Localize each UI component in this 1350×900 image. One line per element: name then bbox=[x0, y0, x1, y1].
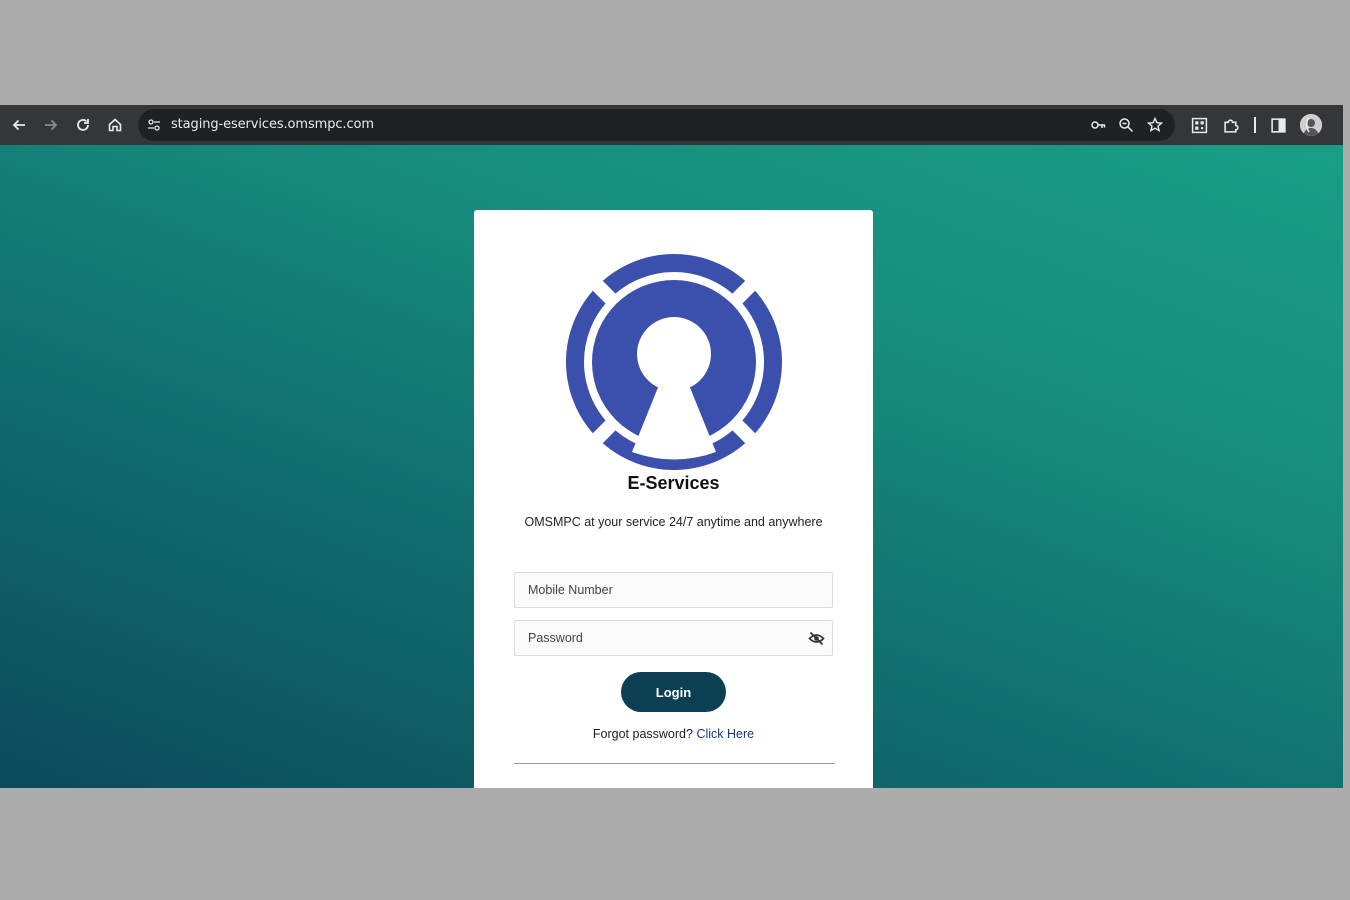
page-viewport: E-Services OMSMPC at your service 24/7 a… bbox=[0, 145, 1343, 788]
forgot-password-row: Forgot password? Click Here bbox=[474, 727, 873, 741]
reload-icon[interactable] bbox=[69, 111, 97, 139]
forward-icon[interactable] bbox=[37, 111, 65, 139]
bookmark-star-icon[interactable] bbox=[1145, 115, 1165, 135]
menu-icon[interactable] bbox=[1333, 114, 1343, 136]
browser-window: staging-eservices.omsmpc.com E-Services … bbox=[0, 105, 1343, 788]
back-icon[interactable] bbox=[5, 111, 33, 139]
click-here-link[interactable]: Click Here bbox=[696, 727, 754, 741]
profile-avatar[interactable] bbox=[1300, 114, 1322, 136]
password-key-icon[interactable] bbox=[1088, 115, 1108, 135]
login-button[interactable]: Login bbox=[621, 672, 726, 712]
site-info-icon[interactable] bbox=[143, 114, 165, 136]
qr-code-icon[interactable] bbox=[1188, 114, 1210, 136]
toolbar-separator bbox=[1254, 117, 1256, 133]
browser-toolbar: staging-eservices.omsmpc.com bbox=[0, 105, 1343, 145]
mobile-number-field bbox=[514, 572, 833, 608]
eservices-logo bbox=[566, 254, 782, 470]
password-field bbox=[514, 620, 833, 656]
login-card: E-Services OMSMPC at your service 24/7 a… bbox=[474, 210, 873, 788]
url-text[interactable]: staging-eservices.omsmpc.com bbox=[171, 117, 374, 132]
tagline: OMSMPC at your service 24/7 anytime and … bbox=[524, 515, 823, 529]
app-title: E-Services bbox=[627, 473, 720, 493]
forgot-password-text: Forgot password? bbox=[592, 727, 697, 741]
side-panel-icon[interactable] bbox=[1267, 114, 1289, 136]
eye-off-icon[interactable] bbox=[808, 630, 825, 647]
zoom-icon[interactable] bbox=[1116, 115, 1136, 135]
extensions-icon[interactable] bbox=[1220, 114, 1242, 136]
password-input[interactable] bbox=[515, 621, 832, 655]
address-bar[interactable]: staging-eservices.omsmpc.com bbox=[138, 109, 1175, 141]
mobile-number-input[interactable] bbox=[515, 573, 832, 607]
divider bbox=[514, 763, 835, 764]
home-icon[interactable] bbox=[101, 111, 129, 139]
